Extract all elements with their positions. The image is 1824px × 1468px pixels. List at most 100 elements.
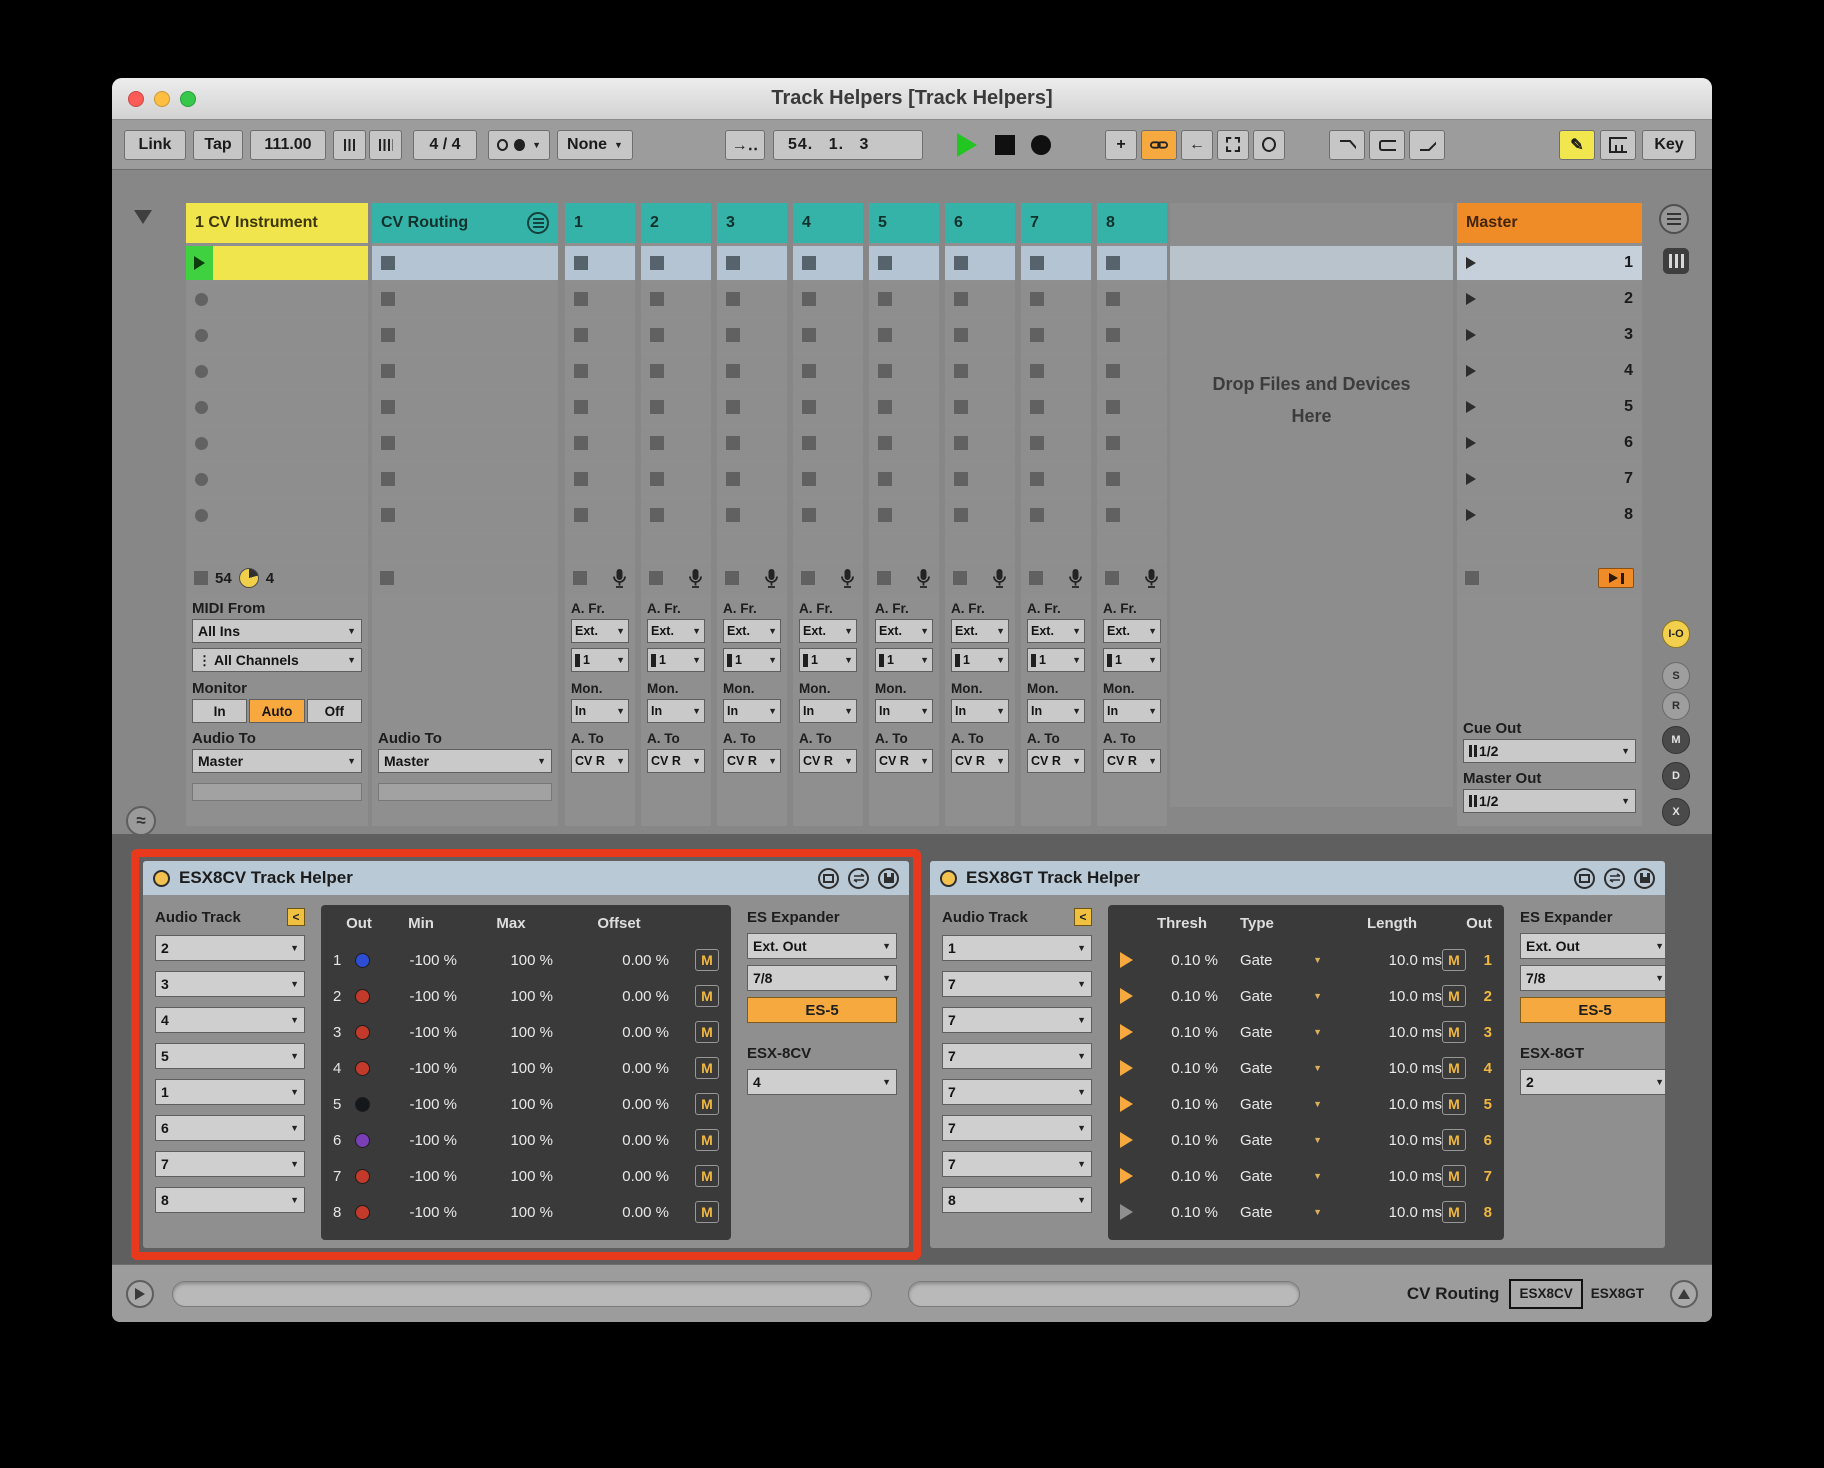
clip-stop-slot[interactable] <box>945 462 1015 496</box>
clip-stop-slot[interactable] <box>372 354 558 388</box>
device-title-bar[interactable]: ESX8GT Track Helper <box>930 861 1665 895</box>
clip-stop-slot[interactable] <box>372 390 558 424</box>
audio-track-select[interactable]: 8▼ <box>942 1187 1092 1213</box>
mute-button[interactable]: M <box>695 1057 719 1079</box>
track-header-2[interactable]: 2 <box>641 203 711 243</box>
clip-stop-slot[interactable] <box>372 462 558 496</box>
link-button[interactable]: Link <box>124 130 186 160</box>
clip-slot-empty[interactable] <box>186 318 368 352</box>
audio-from-select[interactable]: Ext.▼ <box>951 619 1009 643</box>
audio-track-select[interactable]: 7▼ <box>942 1115 1092 1141</box>
threshold-value[interactable]: 0.10 % <box>1146 952 1218 969</box>
min-value[interactable]: -100 % <box>385 1204 457 1221</box>
mute-button[interactable]: M <box>1442 1093 1466 1115</box>
min-value[interactable]: -100 % <box>385 1060 457 1077</box>
hot-swap-icon[interactable] <box>848 868 869 889</box>
clip-stop-slot[interactable] <box>717 462 787 496</box>
clip-stop-slot[interactable] <box>565 246 635 280</box>
monitor-select[interactable]: In▼ <box>951 699 1009 723</box>
offset-value[interactable]: 0.00 % <box>569 988 669 1005</box>
track-header-3[interactable]: 3 <box>717 203 787 243</box>
expander-output-select[interactable]: Ext. Out▼ <box>1520 933 1665 959</box>
clip-stop-slot[interactable] <box>869 354 939 388</box>
midi-from-select[interactable]: All Ins▼ <box>192 619 362 643</box>
monitor-select[interactable]: In▼ <box>647 699 705 723</box>
length-value[interactable]: 10.0 ms <box>1342 952 1442 969</box>
track-stop-button[interactable] <box>1029 571 1043 585</box>
follow-button[interactable]: →‥ <box>725 130 765 160</box>
clip-stop-slot[interactable] <box>641 246 711 280</box>
clip-stop-slot[interactable] <box>641 426 711 460</box>
audio-from-select[interactable]: Ext.▼ <box>799 619 857 643</box>
expander-channel-select[interactable]: 7/8▼ <box>1520 965 1665 991</box>
clip-stop-slot[interactable] <box>717 282 787 316</box>
min-value[interactable]: -100 % <box>385 1096 457 1113</box>
monitor-select[interactable]: In▼ <box>1027 699 1085 723</box>
track-header-5[interactable]: 5 <box>869 203 939 243</box>
clip-stop-slot[interactable] <box>945 246 1015 280</box>
clip-stop-slot[interactable] <box>641 462 711 496</box>
type-select[interactable]: Gate▼ <box>1230 1132 1326 1149</box>
mute-button[interactable]: M <box>1442 1057 1466 1079</box>
clip-stop-slot[interactable] <box>1097 354 1167 388</box>
clip-stop-slot[interactable] <box>793 354 863 388</box>
type-select[interactable]: Gate▼ <box>1230 1060 1326 1077</box>
audio-track-select[interactable]: 7▼ <box>942 1043 1092 1069</box>
tab-esx8cv[interactable]: ESX8CV <box>1509 1279 1582 1309</box>
scene-slot-7[interactable]: 7 <box>1457 462 1642 496</box>
scene-slot-2[interactable]: 2 <box>1457 282 1642 316</box>
monitor-select[interactable]: In▼ <box>875 699 933 723</box>
fade-mode-button[interactable] <box>1329 130 1365 160</box>
length-value[interactable]: 10.0 ms <box>1342 1132 1442 1149</box>
clip-stop-slot[interactable] <box>1021 390 1091 424</box>
clip-stop-slot[interactable] <box>869 390 939 424</box>
clip-stop-slot[interactable] <box>565 498 635 532</box>
clip-stop-slot[interactable] <box>641 498 711 532</box>
channel-color-dot[interactable] <box>355 1169 370 1184</box>
audio-track-select[interactable]: 7▼ <box>942 1079 1092 1105</box>
detail-view-toggle-left-icon[interactable] <box>126 1280 154 1308</box>
max-value[interactable]: 100 % <box>469 1168 553 1185</box>
nudge-down-button[interactable] <box>333 130 366 160</box>
monitor-select[interactable]: In▼ <box>799 699 857 723</box>
tab-esx8gt[interactable]: ESX8GT <box>1583 1279 1652 1309</box>
metronome-button[interactable]: ▼ <box>488 130 550 160</box>
mixer-view-icon[interactable] <box>1663 248 1689 274</box>
stop-button[interactable] <box>995 135 1015 155</box>
mute-button[interactable]: M <box>695 1021 719 1043</box>
track-header-8[interactable]: 8 <box>1097 203 1167 243</box>
threshold-value[interactable]: 0.10 % <box>1146 988 1218 1005</box>
clip-stop-slot[interactable] <box>641 354 711 388</box>
audio-to-select[interactable]: CV R▼ <box>647 749 705 773</box>
clip-stop-slot[interactable] <box>1097 462 1167 496</box>
track-stop-button[interactable] <box>380 571 394 585</box>
minimize-window-icon[interactable] <box>154 91 170 107</box>
length-value[interactable]: 10.0 ms <box>1342 1060 1442 1077</box>
mixer-toggle-s[interactable]: S <box>1662 662 1690 690</box>
type-select[interactable]: Gate▼ <box>1230 988 1326 1005</box>
audio-to-select[interactable]: CV R▼ <box>799 749 857 773</box>
mixer-toggle-r[interactable]: R <box>1662 692 1690 720</box>
track-header-6[interactable]: 6 <box>945 203 1015 243</box>
clip-stop-slot[interactable] <box>793 390 863 424</box>
mute-button[interactable]: M <box>1442 1129 1466 1151</box>
input-channel-select[interactable]: 1▼ <box>799 648 857 672</box>
monitor-in-button[interactable]: In <box>192 699 247 723</box>
tempo-field[interactable]: 111.00 <box>250 130 326 160</box>
clip-stop-slot[interactable] <box>793 318 863 352</box>
track-header-master[interactable]: Master <box>1457 203 1642 243</box>
type-select[interactable]: Gate▼ <box>1230 1204 1326 1221</box>
clip-stop-slot[interactable] <box>372 282 558 316</box>
clip-stop-slot[interactable] <box>717 354 787 388</box>
track-header-4[interactable]: 4 <box>793 203 863 243</box>
clip-slot-empty[interactable] <box>186 462 368 496</box>
clip-stop-slot[interactable] <box>1021 318 1091 352</box>
monitor-auto-button[interactable]: Auto <box>249 699 304 723</box>
preview-play-button[interactable] <box>1120 1168 1146 1184</box>
channel-color-dot[interactable] <box>355 1133 370 1148</box>
drop-zone[interactable]: Drop Files and Devices Here <box>1170 203 1453 807</box>
offset-value[interactable]: 0.00 % <box>569 1096 669 1113</box>
clip-slot-empty[interactable] <box>186 282 368 316</box>
clip-stop-slot[interactable] <box>1097 498 1167 532</box>
clip-stop-slot[interactable] <box>945 498 1015 532</box>
